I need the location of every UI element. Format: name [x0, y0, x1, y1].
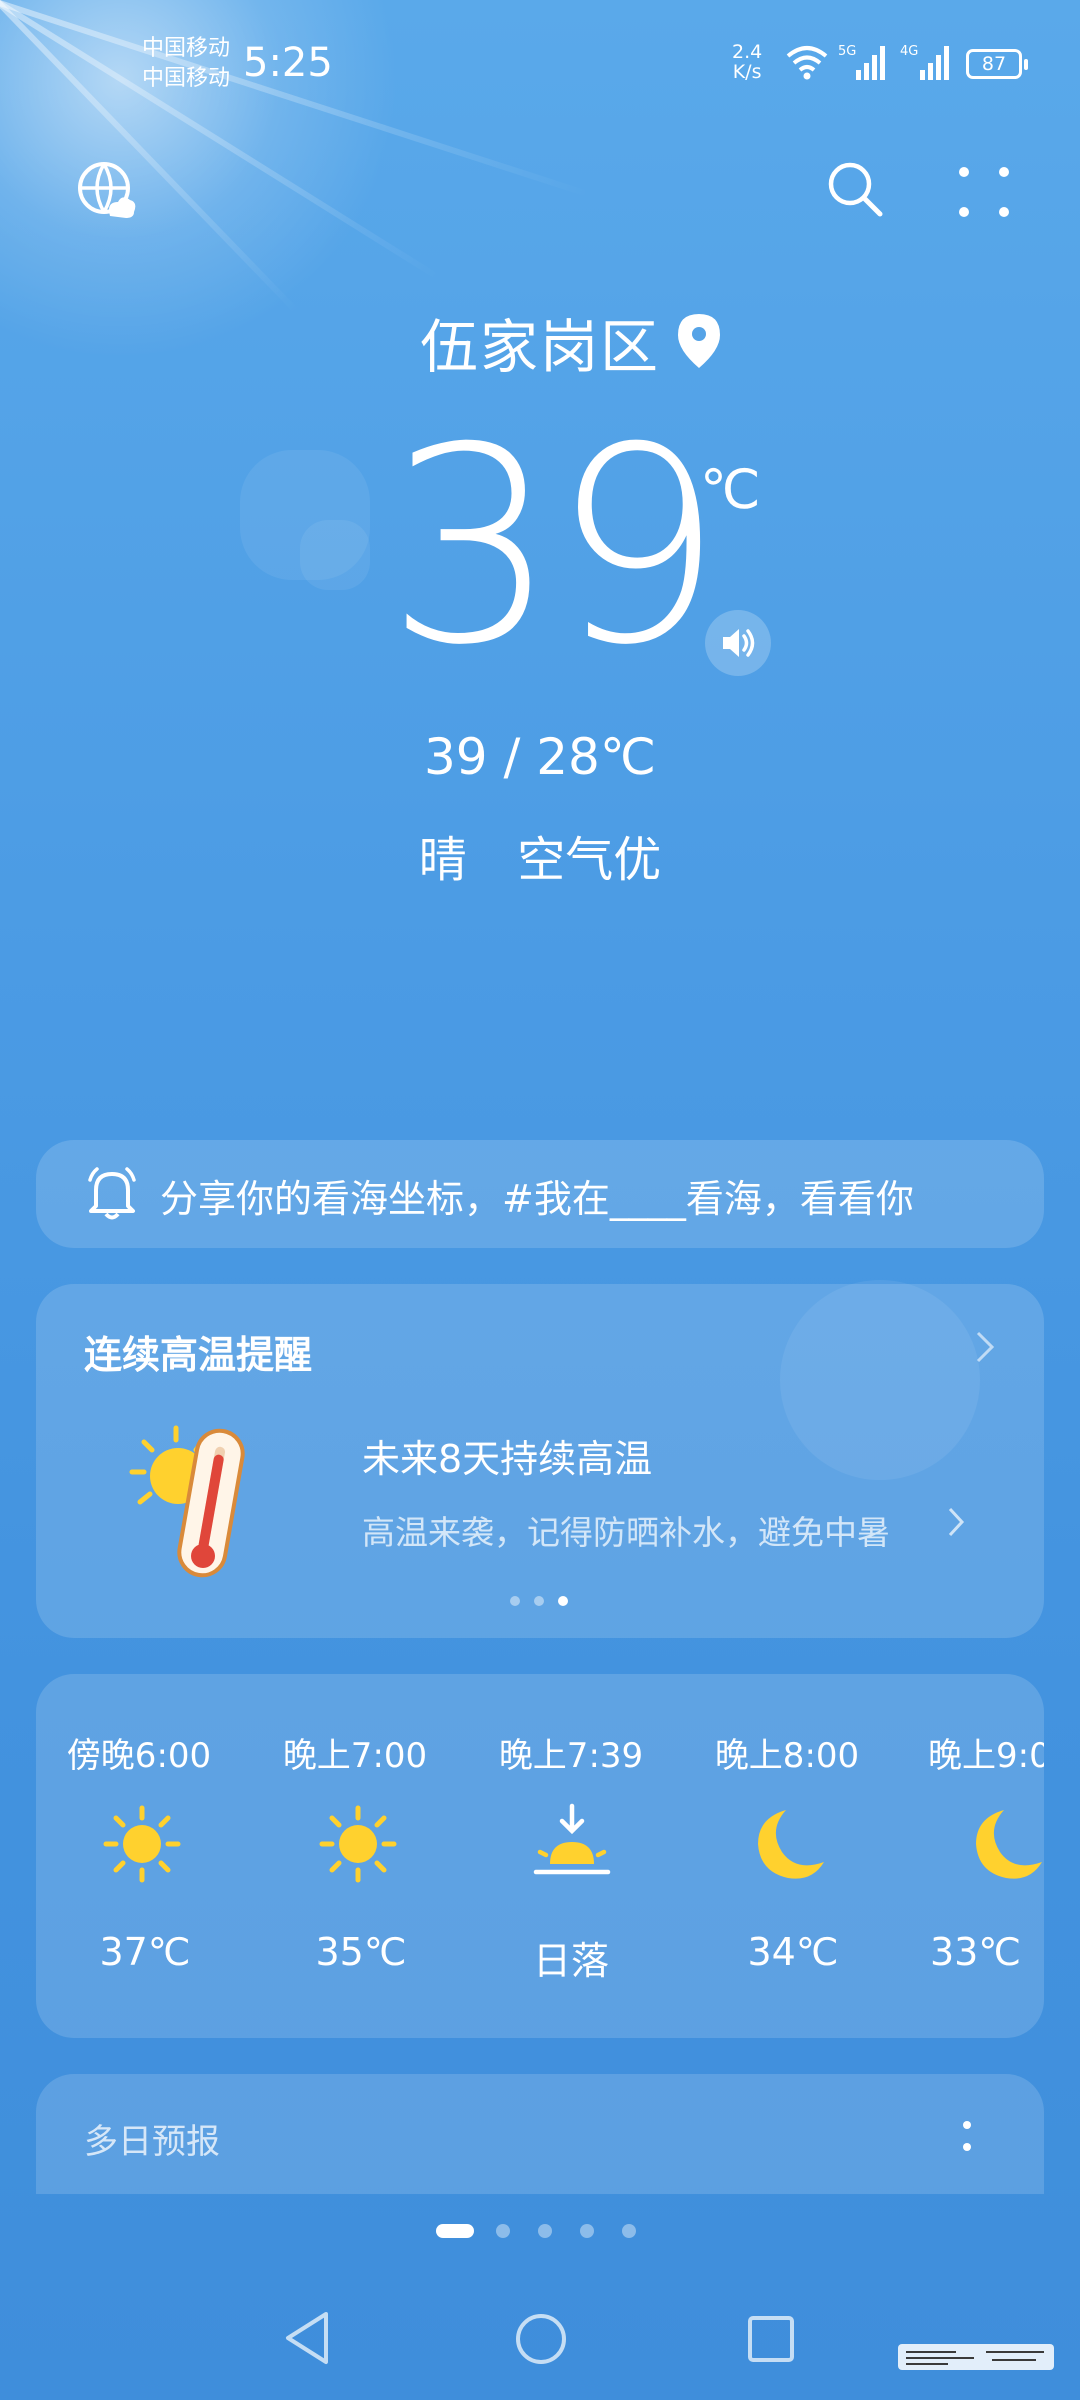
signal-icon-2	[920, 46, 949, 80]
hour-time: 晚上7:00	[282, 1736, 428, 1776]
net-speed-value: 2.4	[732, 41, 763, 63]
carousel-dot	[510, 1596, 520, 1606]
recents-nav-icon[interactable]	[746, 2314, 796, 2364]
net-speed-unit: K/s	[732, 61, 762, 83]
hour-value: 35℃	[315, 1930, 407, 1974]
sunset-icon	[533, 1803, 611, 1875]
back-nav-icon[interactable]	[282, 2310, 332, 2366]
hour-value: 33℃	[930, 1930, 1022, 1974]
page-dot[interactable]	[538, 2224, 552, 2238]
temperature-range: 39 / 28℃	[423, 728, 657, 786]
current-temperature: 39	[386, 389, 724, 704]
hour-time: 晚上9:00	[928, 1736, 1044, 1776]
status-time: 5:25	[243, 40, 333, 86]
page-dot[interactable]	[496, 2224, 510, 2238]
thermometer-sun-icon	[129, 1425, 245, 1578]
bell-icon	[88, 1167, 136, 1220]
hour-value: 日落	[532, 1939, 609, 1983]
hour-time: 晚上8:00	[714, 1736, 860, 1776]
hour-value: 37℃	[99, 1930, 191, 1974]
sun-icon	[103, 1805, 181, 1883]
heat-alert-title: 连续高温提醒	[84, 1333, 313, 1377]
more-vertical-icon[interactable]	[960, 2118, 974, 2158]
hour-time: 傍晚6:00	[66, 1736, 212, 1776]
page-dot[interactable]	[622, 2224, 636, 2238]
city-name[interactable]: 伍家岗区	[420, 300, 660, 384]
battery-indicator: 87	[966, 49, 1028, 79]
weather-screen: 中国移动 中国移动 5:25 2.4 K/s 5G 4G 87 伍家岗区 39	[0, 0, 1080, 2400]
page-dot-active[interactable]	[436, 2224, 474, 2238]
carrier-2: 中国移动	[142, 66, 231, 91]
wifi-icon	[786, 46, 828, 80]
net-speed: 2.4 K/s	[732, 42, 762, 82]
carousel-dot	[534, 1596, 544, 1606]
temperature-unit: ℃	[700, 458, 761, 521]
signal-icon-1	[856, 46, 885, 80]
watermark-logo	[898, 2344, 1054, 2370]
moon-icon	[758, 1810, 824, 1879]
ticker-text: 分享你的看海坐标，#我在____看海，看看你	[160, 1177, 914, 1221]
carousel-dot-active	[558, 1596, 568, 1606]
daily-forecast-label: 多日预报	[84, 2122, 220, 2162]
notice-ticker[interactable]: 分享你的看海坐标，#我在____看海，看看你	[36, 1140, 1044, 1248]
sim2-tag: 4G	[900, 44, 919, 59]
city-label: 伍家岗区	[420, 313, 661, 381]
carrier-1: 中国移动	[142, 36, 231, 61]
speaker-icon	[723, 629, 755, 657]
more-menu-icon[interactable]	[956, 164, 1012, 220]
chevron-right-icon[interactable]	[974, 1330, 996, 1364]
search-icon[interactable]	[826, 160, 884, 218]
voice-broadcast-button[interactable]	[705, 610, 771, 676]
heat-alert-headline: 未来8天持续高温	[362, 1437, 653, 1481]
hourly-forecast[interactable]: 傍晚6:00 晚上7:00 晚上7:39 晚上8:00 晚上9:00 37℃ 3…	[36, 1674, 1044, 2038]
chevron-right-icon	[948, 1507, 965, 1537]
hour-value: 34℃	[747, 1930, 839, 1974]
moon-icon	[976, 1810, 1042, 1879]
hour-time: 晚上7:39	[498, 1736, 644, 1776]
carrier-labels: 中国移动 中国移动	[142, 34, 230, 94]
lens-flare	[300, 520, 370, 590]
location-pin-icon	[678, 314, 720, 368]
sun-icon	[319, 1805, 397, 1883]
home-nav-icon[interactable]	[514, 2312, 568, 2366]
weather-condition: 晴 空气优	[418, 832, 662, 888]
daily-forecast-card[interactable]: 多日预报	[36, 2074, 1044, 2194]
globe-weather-icon[interactable]	[76, 160, 138, 222]
heat-alert-description: 高温来袭，记得防晒补水，避免中暑	[362, 1513, 890, 1552]
page-dot[interactable]	[580, 2224, 594, 2238]
heat-alert-card[interactable]: 连续高温提醒 未来8天持续高温 高温来袭，记得防晒补水，避免中暑	[36, 1284, 1044, 1638]
